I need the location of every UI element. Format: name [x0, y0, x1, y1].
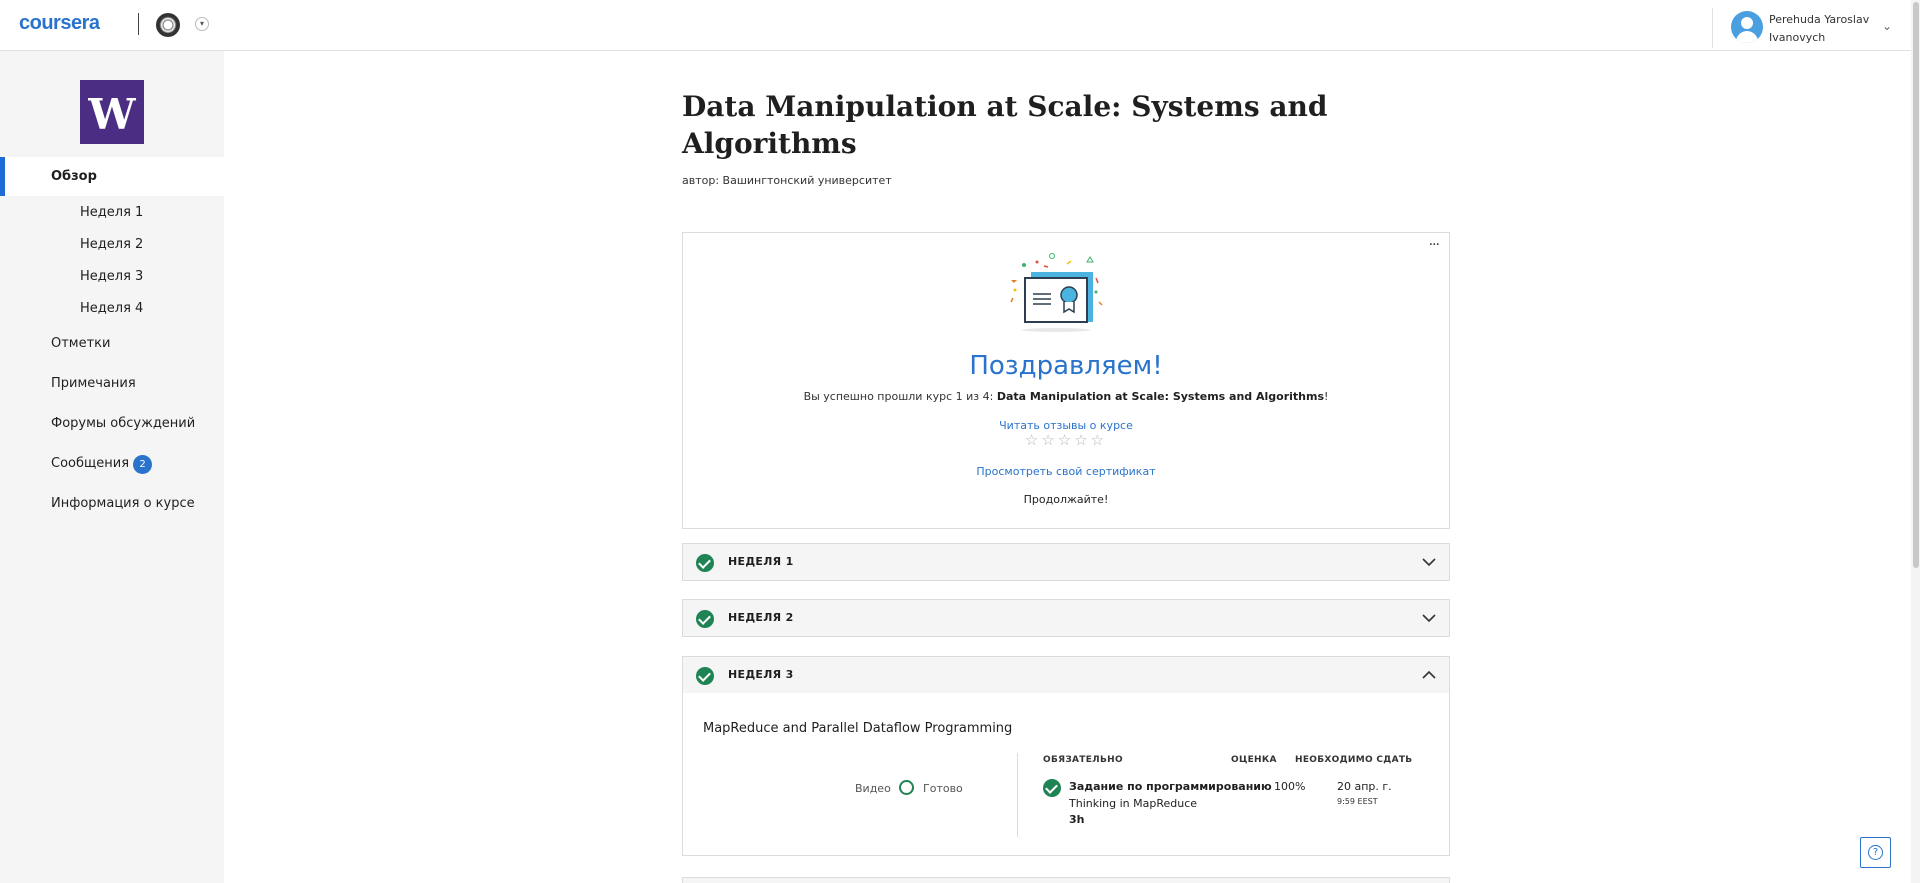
- view-certificate-link[interactable]: Просмотреть свой сертификат: [976, 465, 1155, 478]
- week-label: НЕДЕЛЯ 1: [728, 555, 794, 568]
- sidebar-item-notes[interactable]: Примечания: [51, 376, 136, 391]
- university-logo[interactable]: W: [80, 80, 144, 144]
- check-circle-icon: [696, 554, 714, 572]
- top-header: coursera ▾ Perehuda Yaroslav Ivanovych ⌄: [0, 0, 1920, 51]
- week-2-header[interactable]: НЕДЕЛЯ 2: [682, 599, 1450, 637]
- user-avatar-icon[interactable]: [1731, 11, 1763, 43]
- progress-ring-icon: [899, 780, 914, 795]
- chevron-up-icon[interactable]: [1421, 667, 1437, 683]
- scrollbar-thumb[interactable]: [1913, 2, 1919, 568]
- course-title: Data Manipulation at Scale: Systems and …: [682, 90, 1328, 160]
- course-author: автор: Вашингтонский университет: [682, 174, 892, 187]
- assignment-grade: 100%: [1274, 780, 1306, 793]
- week-3-header[interactable]: НЕДЕЛЯ 3: [682, 656, 1450, 694]
- sidebar-item-week-1[interactable]: Неделя 1: [80, 205, 143, 220]
- chevron-down-icon[interactable]: [1421, 554, 1437, 570]
- certificate-link-row: Просмотреть свой сертификат: [683, 460, 1449, 479]
- more-options-icon[interactable]: ···: [1429, 237, 1440, 253]
- header-divider: [1712, 8, 1713, 48]
- assignment-name[interactable]: Thinking in MapReduce: [1069, 797, 1197, 810]
- continue-text: Продолжайте!: [1023, 493, 1109, 506]
- sidebar-item-week-2[interactable]: Неделя 2: [80, 237, 143, 252]
- sidebar-item-week-4[interactable]: Неделя 4: [80, 301, 143, 316]
- week-1-header[interactable]: НЕДЕЛЯ 1: [682, 543, 1450, 581]
- user-name-line1: Perehuda Yaroslav: [1769, 13, 1870, 26]
- assignment-title[interactable]: Задание по программированию: [1069, 780, 1272, 793]
- congrats-heading: Поздравляем!: [969, 351, 1163, 381]
- module-title[interactable]: MapReduce and Parallel Dataflow Programm…: [703, 721, 1012, 736]
- user-menu[interactable]: Perehuda Yaroslav Ivanovych: [1769, 11, 1879, 47]
- sidebar-item-messages[interactable]: Сообщения: [51, 456, 129, 471]
- sidebar-item-week-3[interactable]: Неделя 3: [80, 269, 143, 284]
- active-indicator: [0, 157, 5, 196]
- next-section-edge: [682, 877, 1450, 883]
- partner-logo-icon[interactable]: [156, 13, 180, 37]
- chevron-down-icon[interactable]: ▾: [195, 17, 209, 31]
- logo-divider: [138, 13, 139, 35]
- column-header-required: ОБЯЗАТЕЛЬНО: [1043, 755, 1123, 765]
- coursera-logo[interactable]: coursera: [19, 12, 100, 35]
- course-sidebar: W Обзор Неделя 1 Неделя 2 Неделя 3 Недел…: [0, 51, 224, 883]
- completed-course-name: Data Manipulation at Scale: Systems and …: [996, 390, 1324, 403]
- sidebar-item-grades[interactable]: Отметки: [51, 336, 110, 351]
- column-divider: [1017, 753, 1018, 837]
- user-name-line2: Ivanovych: [1769, 31, 1826, 44]
- chevron-down-icon[interactable]: [1421, 610, 1437, 626]
- week-3-content: MapReduce and Parallel Dataflow Programm…: [682, 693, 1450, 856]
- sidebar-item-overview[interactable]: Обзор: [51, 169, 97, 184]
- certificate-illustration-icon: [1010, 253, 1103, 332]
- check-circle-icon: [1043, 779, 1061, 797]
- completion-message-suffix: !: [1324, 390, 1329, 403]
- messages-count-badge: 2: [133, 455, 152, 474]
- column-header-due: НЕОБХОДИМО СДАТЬ: [1295, 755, 1413, 765]
- sidebar-item-forums[interactable]: Форумы обсуждений: [51, 416, 195, 431]
- check-circle-icon: [696, 667, 714, 685]
- sidebar-item-course-info[interactable]: Информация о курсе: [51, 496, 195, 511]
- completion-message: Вы успешно прошли курс 1 из 4: Data Mani…: [683, 390, 1449, 403]
- assignment-due-time: 9:59 EEST: [1337, 797, 1378, 806]
- assignment-duration: 3h: [1069, 813, 1085, 826]
- completion-card: ··· Поздравляем! Вы успешно прошли курс …: [682, 232, 1450, 529]
- week-label: НЕДЕЛЯ 3: [728, 668, 794, 681]
- rating-stars-icon[interactable]: ☆☆☆☆☆: [683, 431, 1449, 449]
- help-icon: ?: [1868, 845, 1883, 860]
- week-label: НЕДЕЛЯ 2: [728, 611, 794, 624]
- video-label: Видео: [855, 782, 891, 795]
- check-circle-icon: [696, 610, 714, 628]
- completion-message-prefix: Вы успешно прошли курс 1 из 4:: [803, 390, 997, 403]
- sidebar-active-highlight: [0, 157, 224, 196]
- done-label: Готово: [923, 782, 963, 795]
- column-header-grade: ОЦЕНКА: [1231, 755, 1277, 765]
- help-button[interactable]: ?: [1860, 837, 1891, 868]
- assignment-due-date: 20 апр. г.: [1337, 780, 1392, 793]
- user-menu-chevron-icon[interactable]: ⌄: [1882, 19, 1892, 33]
